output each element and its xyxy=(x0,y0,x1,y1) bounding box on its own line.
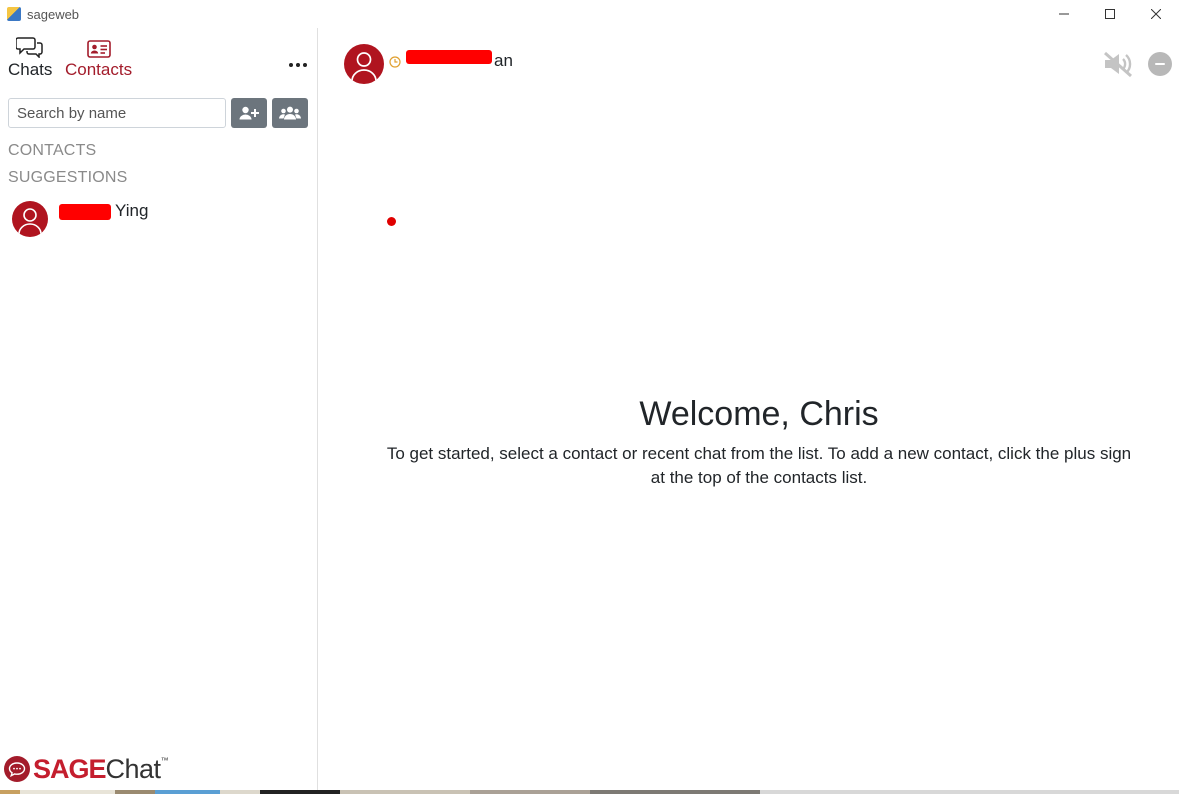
welcome-title: Welcome, Chris xyxy=(639,395,879,433)
strip-segment xyxy=(20,790,115,794)
contact-card-icon xyxy=(86,36,111,58)
ellipsis-icon xyxy=(289,63,293,67)
maximize-button[interactable] xyxy=(1087,0,1133,28)
suggestion-name-text: Ying xyxy=(115,201,149,220)
section-contacts-heading: CONTACTS xyxy=(8,142,97,159)
sagechat-logo: SAGE Chat ™ xyxy=(4,752,169,786)
mute-toggle-button[interactable] xyxy=(1102,50,1134,78)
close-button[interactable] xyxy=(1133,0,1179,28)
more-options-button[interactable] xyxy=(286,58,310,72)
section-suggestions-heading: SUGGESTIONS xyxy=(8,169,128,186)
ellipsis-dot xyxy=(296,63,300,67)
suggestion-name: Ying xyxy=(59,201,148,221)
brand-trademark: ™ xyxy=(160,756,169,765)
current-user-name-text: an xyxy=(494,51,513,70)
sidebar-nav: Chats Contacts xyxy=(0,36,318,84)
brand-chat-text: Chat xyxy=(105,753,162,784)
strip-segment xyxy=(760,790,1179,794)
window-title-bar: sageweb xyxy=(0,0,1179,28)
search-row xyxy=(8,98,308,128)
strip-segment xyxy=(220,790,260,794)
ellipsis-dot xyxy=(303,63,307,67)
sidebar: Chats Contacts Search by name CONTACTS S… xyxy=(0,28,318,790)
minimize-icon xyxy=(1059,13,1069,15)
current-user-header: an xyxy=(319,28,1179,98)
chat-bubbles-icon xyxy=(16,36,44,58)
tab-chats-label: Chats xyxy=(8,60,53,79)
tab-contacts-label: Contacts xyxy=(65,60,133,79)
tab-contacts[interactable]: Contacts xyxy=(65,36,132,80)
strip-segment xyxy=(115,790,155,794)
group-users-icon xyxy=(279,106,301,120)
strip-segment xyxy=(470,790,590,794)
close-icon xyxy=(1151,9,1161,19)
welcome-message: To get started, select a contact or rece… xyxy=(386,444,1132,487)
brand-sage-text: SAGE xyxy=(33,753,107,784)
current-user-avatar[interactable] xyxy=(344,44,384,84)
main-panel: an Welcome, Chris To get started, select… xyxy=(319,28,1179,790)
default-user-icon xyxy=(351,52,377,82)
redaction-box xyxy=(406,49,492,64)
app-icon xyxy=(7,7,21,21)
strip-segment xyxy=(260,790,340,794)
suggestion-item[interactable]: Ying xyxy=(8,198,308,242)
strip-segment xyxy=(0,790,20,794)
tab-chats[interactable]: Chats xyxy=(8,36,52,80)
annotation-dot xyxy=(387,217,396,226)
strip-segment xyxy=(340,790,470,794)
speaker-muted-icon xyxy=(1104,51,1132,78)
strip-segment xyxy=(155,790,220,794)
window-title: sageweb xyxy=(27,6,80,22)
add-contact-button[interactable] xyxy=(231,98,267,128)
default-user-icon xyxy=(18,208,42,235)
minimize-button[interactable] xyxy=(1041,0,1087,28)
window-controls xyxy=(1041,0,1179,28)
chat-logo-icon xyxy=(4,756,30,782)
clock-status-icon xyxy=(389,56,401,68)
search-input[interactable] xyxy=(8,98,226,128)
avatar xyxy=(12,201,48,237)
current-user-name: an xyxy=(406,49,513,71)
strip-segment xyxy=(590,790,760,794)
redaction-box xyxy=(59,203,111,220)
welcome-panel: Welcome, Chris To get started, select a … xyxy=(379,394,1139,490)
maximize-icon xyxy=(1105,9,1115,19)
add-user-icon xyxy=(239,106,259,120)
minus-icon xyxy=(1155,63,1165,65)
minimize-panel-button[interactable] xyxy=(1148,52,1172,76)
create-group-button[interactable] xyxy=(272,98,308,128)
taskbar-strip xyxy=(0,790,1179,794)
